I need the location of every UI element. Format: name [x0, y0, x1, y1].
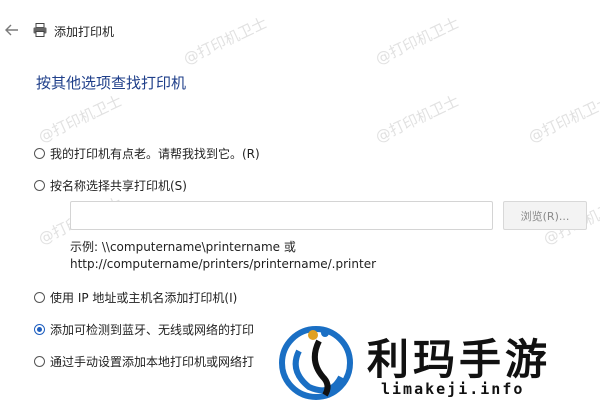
back-arrow-icon[interactable]	[4, 22, 20, 38]
option-label: 使用 IP 地址或主机名添加打印机(I)	[50, 291, 238, 305]
option-label: 我的打印机有点老。请帮我找到它。(R)	[50, 147, 260, 161]
option-label: 添加可检测到蓝牙、无线或网络的打印	[50, 323, 255, 337]
shared-printer-name-input[interactable]	[70, 201, 493, 230]
radio-button[interactable]	[34, 148, 45, 159]
title-bar: 添加打印机	[0, 0, 600, 60]
radio-button[interactable]	[34, 180, 45, 191]
radio-button[interactable]	[34, 292, 45, 303]
watermark: @打印机卫士	[372, 91, 462, 147]
page-heading: 按其他选项查找打印机	[36, 74, 187, 92]
window-title: 添加打印机	[54, 25, 115, 39]
option-shared-printer[interactable]: 按名称选择共享打印机(S)	[34, 177, 187, 194]
radio-button-checked[interactable]	[34, 324, 45, 335]
brand-name: 利玛手游	[367, 335, 552, 384]
watermark: @打印机卫士	[35, 91, 125, 147]
radio-button[interactable]	[34, 356, 45, 367]
option-bluetooth-wireless[interactable]: 添加可检测到蓝牙、无线或网络的打印	[34, 321, 254, 338]
brand-logo-icon	[279, 326, 353, 400]
example-text-line2: http://computername/printers/printername…	[70, 257, 377, 271]
option-ip-address[interactable]: 使用 IP 地址或主机名添加打印机(I)	[34, 289, 237, 306]
brand-url: limakeji.info	[381, 380, 525, 398]
brand-watermark-box: 利玛手游 limakeji.info	[257, 316, 600, 406]
watermark: @打印机卫士	[525, 91, 600, 147]
printer-icon	[33, 23, 47, 37]
option-manual-settings[interactable]: 通过手动设置添加本地打印机或网络打	[34, 353, 254, 370]
option-older-printer[interactable]: 我的打印机有点老。请帮我找到它。(R)	[34, 145, 260, 162]
example-text-line1: 示例: \\computername\printername 或	[70, 240, 296, 254]
option-label: 通过手动设置添加本地打印机或网络打	[50, 355, 255, 369]
browse-button[interactable]: 浏览(R)...	[503, 201, 587, 230]
option-label: 按名称选择共享打印机(S)	[50, 179, 187, 193]
